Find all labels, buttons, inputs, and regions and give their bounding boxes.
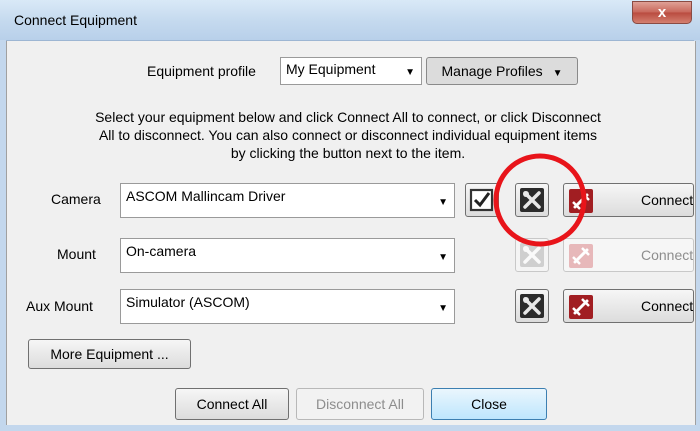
equipment-profile-select[interactable]: My Equipment ▼: [280, 57, 422, 85]
aux-mount-connect-label: Connect: [641, 298, 694, 314]
equipment-profile-label: Equipment profile: [147, 63, 256, 79]
more-equipment-label: More Equipment ...: [50, 346, 169, 362]
aux-mount-device-value: Simulator (ASCOM): [126, 294, 250, 310]
connect-all-label: Connect All: [196, 396, 268, 412]
dropdown-arrow-icon: ▼: [438, 252, 448, 263]
close-icon: x: [657, 4, 667, 21]
close-window-button[interactable]: x: [632, 1, 692, 24]
setup-icon: [520, 294, 544, 318]
camera-device-value: ASCOM Mallincam Driver: [126, 188, 286, 204]
aux-mount-setup-button[interactable]: [515, 289, 549, 323]
dropdown-arrow-icon: ▼: [552, 68, 563, 79]
manage-profiles-label: Manage Profiles: [441, 63, 543, 79]
aux-mount-connect-button[interactable]: Connect: [563, 289, 694, 323]
dialog-content: Equipment profile My Equipment ▼ Manage …: [6, 41, 696, 425]
window-frame-bottom: [0, 425, 700, 431]
dropdown-arrow-icon: ▼: [438, 303, 448, 314]
mount-device-select[interactable]: On-camera ▼: [120, 238, 455, 273]
more-equipment-button[interactable]: More Equipment ...: [28, 339, 191, 369]
title-bar: Connect Equipment x: [0, 0, 700, 41]
plug-icon: [569, 295, 593, 319]
close-label: Close: [471, 396, 507, 412]
instruction-line: Select your equipment below and click Co…: [95, 109, 601, 125]
mount-connect-label: Connect: [641, 247, 694, 263]
aux-mount-label: Aux Mount: [26, 298, 93, 314]
equipment-profile-value: My Equipment: [286, 61, 376, 77]
mount-device-value: On-camera: [126, 243, 197, 259]
window-title: Connect Equipment: [14, 12, 137, 28]
close-button[interactable]: Close: [431, 388, 547, 420]
dropdown-arrow-icon: ▼: [405, 67, 415, 78]
dropdown-arrow-icon: ▼: [438, 197, 448, 208]
camera-device-select[interactable]: ASCOM Mallincam Driver ▼: [120, 183, 455, 218]
aux-mount-device-select[interactable]: Simulator (ASCOM) ▼: [120, 289, 455, 324]
instruction-line: All to disconnect. You can also connect …: [98, 127, 598, 143]
annotation-circle: [493, 153, 587, 247]
disconnect-all-label: Disconnect All: [316, 396, 404, 412]
connect-all-button[interactable]: Connect All: [175, 388, 289, 420]
mount-label: Mount: [57, 246, 96, 262]
camera-connect-label: Connect: [641, 192, 694, 208]
disconnect-all-button[interactable]: Disconnect All: [296, 388, 424, 420]
manage-profiles-button[interactable]: Manage Profiles ▼: [426, 57, 578, 85]
camera-label: Camera: [51, 191, 101, 207]
